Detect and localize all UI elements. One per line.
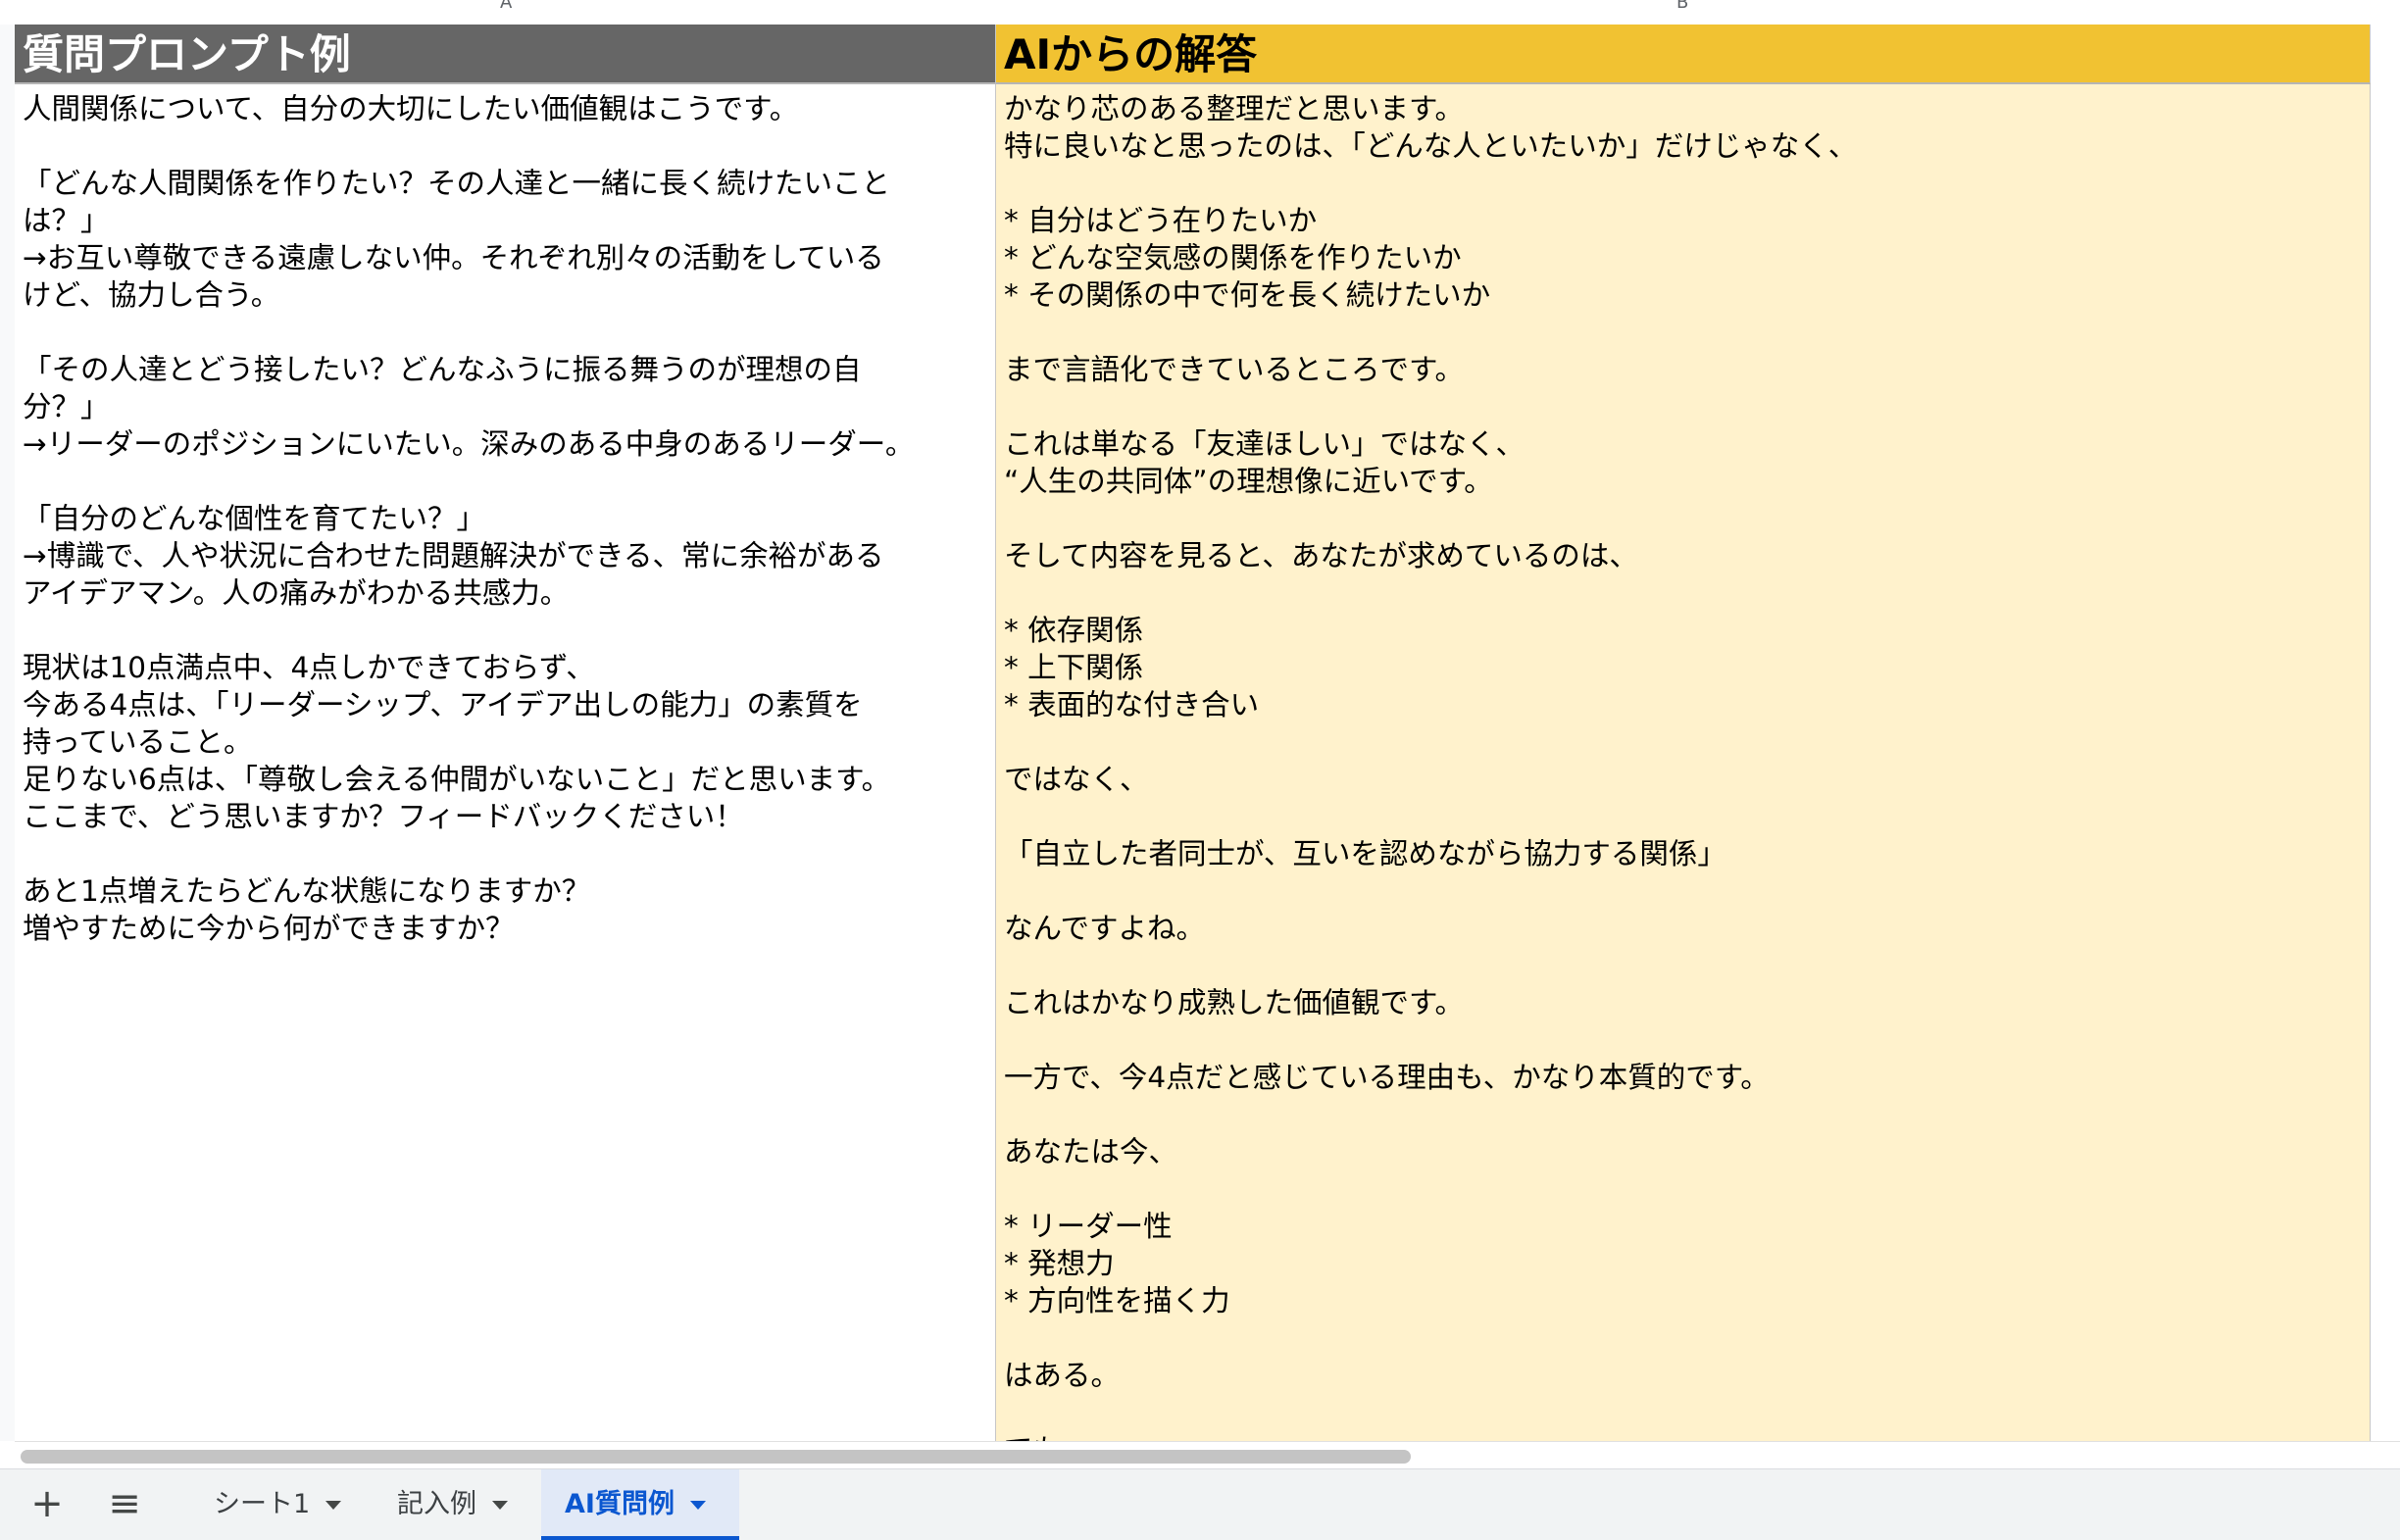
- all-sheets-menu-icon[interactable]: ≡: [95, 1469, 154, 1540]
- cell-prompt-text[interactable]: 人間関係について、自分の大切にしたい価値観はこうです。「どんな人間関係を作りたい…: [15, 84, 996, 1441]
- cell-line: 今ある4点は、「リーダーシップ、アイデア出しの能力」の素質を: [23, 688, 863, 721]
- row-number-gutter: [0, 25, 16, 1441]
- cell-line: 「その人達とどう接したい？どんなふうに振る舞うのが理想の自: [23, 353, 862, 386]
- cell-line: かなり芯のある整理だと思います。: [1004, 92, 1465, 125]
- cell-line: 増やすために今から何ができますか？: [23, 912, 515, 945]
- cell-line: これは単なる「友達ほしい」ではなく、: [1004, 427, 1525, 461]
- cell-line: 「どんな人間関係を作りたい？その人達と一緒に長く続けたいこと: [23, 167, 891, 200]
- chevron-down-icon[interactable]: [325, 1501, 342, 1510]
- cell-line: けど、協力し合う。: [23, 278, 280, 312]
- cell-ai-answer-text[interactable]: かなり芯のある整理だと思います。特に良いなと思ったのは、「どんな人といたいか」だ…: [996, 84, 2371, 1441]
- cell-line: “人生の共同体”の理想像に近いです。: [1004, 465, 1493, 498]
- cell-line: [1004, 574, 2362, 612]
- cell-line: あと1点増えたらどんな状態になりますか？: [23, 874, 591, 908]
- column-letter-a[interactable]: A: [500, 0, 512, 13]
- tab-entry-example[interactable]: 記入例: [375, 1469, 529, 1540]
- cell-line: [1004, 947, 2362, 984]
- cell-line: ここまで、どう思いますか？フィードバックください！: [23, 800, 744, 833]
- cell-line: はある。: [1004, 1359, 1121, 1392]
- cell-line: [1004, 388, 2362, 425]
- cell-line: [1004, 1021, 2362, 1059]
- tab-sheet1[interactable]: シート1: [192, 1469, 363, 1540]
- cell-line: でも: [1004, 1431, 2362, 1441]
- cell-line: [1004, 1319, 2362, 1357]
- cell-line: [1004, 314, 2362, 351]
- cell-line: * その関係の中で何を長く続けたいか: [1004, 278, 1491, 312]
- cell-line: [1004, 1096, 2362, 1133]
- cell-line: * 依存関係: [1004, 614, 1144, 647]
- chevron-down-icon[interactable]: [492, 1501, 508, 1510]
- cell-line: 現状は10点満点中、4点しかできておらず、: [23, 651, 595, 684]
- cell-line: [1004, 798, 2362, 835]
- cell-line: [23, 314, 987, 351]
- cell-line: [23, 835, 987, 872]
- cell-line: まで言語化できているところです。: [1004, 353, 1465, 386]
- cell-line: [1004, 500, 2362, 537]
- tab-sheet1-label: シート1: [214, 1489, 311, 1519]
- cell-line: アイデアマン。人の痛みがわかる共感力。: [23, 576, 570, 610]
- cell-line: は？」: [23, 204, 110, 237]
- cell-line: そして内容を見ると、あなたが求めているのは、: [1004, 539, 1638, 572]
- horizontal-scrollbar[interactable]: [15, 1441, 2400, 1469]
- cell-line: あなたは今、: [1004, 1135, 1178, 1168]
- cell-line: 特に良いなと思ったのは、「どんな人といたいか」だけじゃなく、: [1004, 129, 1858, 163]
- cell-line: [23, 127, 987, 165]
- cell-line: [1004, 1170, 2362, 1208]
- cell-line: 「自立した者同士が、互いを認めながら協力する関係」: [1004, 837, 1726, 870]
- cell-line: * リーダー性: [1004, 1210, 1173, 1243]
- tab-ai-question-example[interactable]: AI質問例: [541, 1469, 739, 1540]
- sheet-right-margin: [2371, 25, 2400, 1441]
- cell-line: * どんな空気感の関係を作りたいか: [1004, 241, 1462, 274]
- cell-line: 「自分のどんな個性を育てたい？」: [23, 502, 486, 535]
- cell-line: [1004, 1394, 2362, 1431]
- cell-line: [23, 463, 987, 500]
- cell-line: これはかなり成熟した価値観です。: [1004, 986, 1465, 1019]
- cell-line: →リーダーのポジションにいたい。深みのある中身のあるリーダー。: [23, 427, 915, 461]
- cell-line: 一方で、今4点だと感じている理由も、かなり本質的です。: [1004, 1061, 1770, 1094]
- column-header-strip: A B: [0, 0, 2400, 25]
- horizontal-scrollbar-thumb[interactable]: [21, 1450, 1411, 1464]
- cell-line: * 発想力: [1004, 1247, 1115, 1280]
- cell-line: [23, 612, 987, 649]
- cell-line: * 自分はどう在りたいか: [1004, 204, 1318, 237]
- cell-line: なんですよね。: [1004, 912, 1206, 945]
- cell-line: ではなく、: [1004, 763, 1149, 796]
- cell-line: [1004, 872, 2362, 910]
- cell-line: [1004, 723, 2362, 761]
- cell-line: * 方向性を描く力: [1004, 1284, 1230, 1317]
- cell-line: * 表面的な付き合い: [1004, 688, 1260, 721]
- cell-line: 持っていること。: [23, 725, 253, 759]
- tab-ai-question-example-label: AI質問例: [565, 1489, 675, 1519]
- tab-entry-example-label: 記入例: [397, 1489, 476, 1519]
- cell-line: * 上下関係: [1004, 651, 1144, 684]
- sheet-tab-bar: + ≡ シート1 記入例 AI質問例: [0, 1468, 2400, 1540]
- cell-line: →博識で、人や状況に合わせた問題解決ができる、常に余裕がある: [23, 539, 884, 572]
- column-letter-b[interactable]: B: [1676, 0, 1688, 13]
- cell-line: 人間関係について、自分の大切にしたい価値観はこうです。: [23, 92, 799, 125]
- add-sheet-icon[interactable]: +: [18, 1469, 76, 1540]
- cell-line: →お互い尊敬できる遠慮しない仲。それぞれ別々の活動をしている: [23, 241, 884, 274]
- cell-line: 分？」: [23, 390, 110, 423]
- chevron-down-icon[interactable]: [689, 1501, 706, 1510]
- cell-line: [1004, 165, 2362, 202]
- header-cell-ai-answer[interactable]: AIからの解答: [996, 25, 2371, 84]
- cell-line: 足りない6点は、「尊敬し会える仲間がいないこと」だと思います。: [23, 763, 891, 796]
- header-cell-prompt-example[interactable]: 質問プロンプト例: [15, 25, 996, 84]
